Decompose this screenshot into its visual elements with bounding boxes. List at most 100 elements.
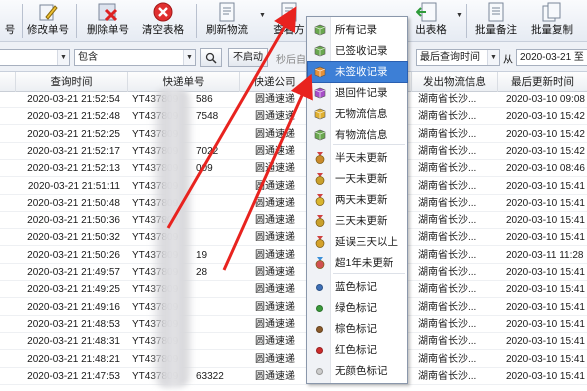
chevron-down-icon[interactable]: ▼ — [259, 12, 266, 19]
table-row[interactable]: 2020-03-21 21:52:13YT437809009圆通速递湖南省长沙.… — [0, 161, 587, 178]
column-header-select[interactable] — [0, 72, 16, 92]
menu-item-label: 无物流信息 — [335, 108, 388, 120]
signed-records-icon — [314, 45, 326, 57]
column-header-query-time[interactable]: 查询时间 — [16, 72, 128, 92]
row-selector[interactable] — [0, 248, 16, 264]
table-row[interactable]: 2020-03-21 21:47:53YT43780963322圆通速递湖南省长… — [0, 369, 587, 385]
chevron-down-icon: ▼ — [183, 50, 195, 65]
menu-item-signed-records[interactable]: 已签收记录 — [308, 41, 407, 61]
menu-item-one-day-medal[interactable]: 一天未更新 — [308, 169, 407, 189]
column-header-last-update[interactable]: 最后更新时间 — [498, 72, 587, 92]
edit-number-button[interactable]: 修改单号 — [24, 0, 72, 42]
row-selector[interactable] — [0, 179, 16, 195]
column-header-company[interactable]: 快递公司 — [240, 72, 310, 92]
cell-query-time: 2020-03-21 21:52:17 — [27, 145, 120, 157]
refresh-logistics-button[interactable]: 刷新物流 — [202, 0, 252, 42]
table-row[interactable]: 2020-03-21 21:50:32YT437809圆通速递湖南省长沙...2… — [0, 230, 587, 247]
cell-origin-info: 湖南省长沙... — [418, 163, 477, 175]
row-selector[interactable] — [0, 92, 16, 108]
has-logistics-icon — [314, 129, 326, 141]
table-row[interactable]: 2020-03-21 21:49:25YT437809圆通速递湖南省长沙...2… — [0, 282, 587, 299]
row-selector[interactable] — [0, 213, 16, 229]
menu-item-half-day-medal[interactable]: 半天未更新 — [308, 148, 407, 168]
row-selector[interactable] — [0, 317, 16, 333]
cell-last-update: 2020-03-10 15:42 — [506, 145, 585, 157]
view-options-button[interactable]: 查看方 — [268, 0, 310, 42]
table-row[interactable]: 2020-03-21 21:49:16YT437809圆通速递湖南省长沙...2… — [0, 300, 587, 316]
export-table-button[interactable]: 出表格 — [412, 0, 450, 42]
toolbar-button-partial[interactable]: 号 — [0, 0, 20, 42]
menu-item-two-day-medal[interactable]: 两天未更新 — [308, 190, 407, 210]
table-row[interactable]: 2020-03-21 21:48:21YT437809圆通速递湖南省长沙...2… — [0, 352, 587, 368]
menu-item-returned-records[interactable]: 退回件记录 — [308, 83, 407, 103]
row-selector[interactable] — [0, 300, 16, 316]
menu-item-three-day-medal[interactable]: 三天未更新 — [308, 211, 407, 231]
batch-note-button[interactable]: 批量备注 — [470, 0, 522, 42]
cell-origin-info: 湖南省长沙... — [418, 370, 477, 382]
cell-query-time: 2020-03-21 21:48:53 — [27, 318, 120, 330]
menu-item-no-logistics[interactable]: 无物流信息 — [308, 104, 407, 124]
table-row[interactable]: 2020-03-21 21:52:54YT437809586圆通速递湖南省长沙.… — [0, 92, 587, 108]
cell-origin-info: 湖南省长沙... — [418, 128, 477, 140]
column-header-origin-info[interactable]: 发出物流信息 — [412, 72, 498, 92]
row-selector[interactable] — [0, 352, 16, 368]
delete-number-button[interactable]: 删除单号 — [84, 0, 132, 42]
menu-item-all-records[interactable]: 所有记录 — [308, 20, 407, 40]
table-row[interactable]: 2020-03-21 21:48:53YT437809圆通速递湖南省长沙...2… — [0, 317, 587, 333]
chevron-down-icon: ▼ — [487, 50, 499, 65]
menu-item-has-logistics[interactable]: 有物流信息 — [308, 125, 407, 145]
toolbar-button-label: 出表格 — [415, 24, 447, 36]
tracking-no-tail: 7022 — [196, 145, 219, 157]
row-selector[interactable] — [0, 282, 16, 298]
cell-company: 圆通速递 — [255, 197, 295, 209]
batch-copy-button[interactable]: 批量复制 — [526, 0, 578, 42]
menu-item-blue-dot[interactable]: 蓝色标记 — [308, 277, 407, 297]
table-row[interactable]: 2020-03-21 21:49:57YT43780928圆通速递湖南省长沙..… — [0, 265, 587, 281]
menu-item-green-dot[interactable]: 绿色标记 — [308, 298, 407, 318]
table-row[interactable]: 2020-03-21 21:50:26YT43780919圆通速递湖南省长沙..… — [0, 248, 587, 264]
chevron-down-icon: ▼ — [57, 50, 69, 65]
field-select[interactable]: ▼ — [0, 49, 70, 66]
cell-query-time: 2020-03-21 21:50:26 — [27, 249, 120, 261]
cell-company: 圆通速递 — [255, 94, 295, 105]
row-selector[interactable] — [0, 369, 16, 385]
table-row[interactable]: 2020-03-21 21:51:11YT437809圆通速递湖南省长沙...2… — [0, 179, 587, 195]
row-selector[interactable] — [0, 196, 16, 212]
not-start-button[interactable]: 不启动 — [228, 48, 268, 67]
table-row[interactable]: 2020-03-21 21:52:48YT4378097548圆通速递湖南省长沙… — [0, 109, 587, 126]
clear-table-button[interactable]: 清空表格 — [138, 0, 188, 42]
row-selector[interactable] — [0, 144, 16, 160]
row-selector[interactable] — [0, 265, 16, 281]
menu-item-label: 无颜色标记 — [335, 365, 388, 377]
export-table-icon — [416, 2, 437, 22]
sort-field-select[interactable]: 最后查询时间 ▼ — [416, 49, 500, 66]
chevron-down-icon[interactable]: ▼ — [456, 12, 463, 19]
search-button[interactable] — [200, 48, 222, 67]
row-selector[interactable] — [0, 334, 16, 350]
menu-item-delay-medal[interactable]: 延误三天以上 — [308, 232, 407, 252]
delay-medal-icon — [315, 236, 325, 248]
from-date-input[interactable]: 2020-03-21 至 — [516, 49, 587, 66]
row-selector[interactable] — [0, 109, 16, 125]
menu-item-label: 棕色标记 — [335, 323, 377, 335]
cell-query-time: 2020-03-21 21:49:16 — [27, 301, 120, 313]
row-selector[interactable] — [0, 127, 16, 143]
menu-item-red-dot[interactable]: 红色标记 — [308, 340, 407, 360]
table-row[interactable]: 2020-03-21 21:50:48YT437809圆通速递湖南省长沙...2… — [0, 196, 587, 212]
table-row[interactable]: 2020-03-21 21:48:31YT437809圆通速递湖南省长沙...2… — [0, 334, 587, 351]
cell-origin-info: 湖南省长沙... — [418, 111, 477, 123]
match-mode-select[interactable]: 包含 ▼ — [74, 49, 196, 66]
menu-item-no-color-dot[interactable]: 无颜色标记 — [308, 361, 407, 381]
cell-origin-info: 湖南省长沙... — [418, 94, 477, 105]
toolbar-separator — [22, 4, 23, 38]
row-selector[interactable] — [0, 230, 16, 246]
cell-company: 圆通速递 — [255, 163, 295, 175]
table-row[interactable]: 2020-03-21 21:50:36YT437809圆通速递湖南省长沙...2… — [0, 213, 587, 230]
row-selector[interactable] — [0, 161, 16, 177]
menu-item-brown-dot[interactable]: 棕色标记 — [308, 319, 407, 339]
menu-item-one-year-medal[interactable]: 超1年未更新 — [308, 253, 407, 273]
table-row[interactable]: 2020-03-21 21:52:25YT437809圆通速递湖南省长沙...2… — [0, 127, 587, 143]
table-row[interactable]: 2020-03-21 21:52:17YT4378097022圆通速递湖南省长沙… — [0, 144, 587, 160]
menu-item-unsigned-records[interactable]: 未签收记录 — [307, 61, 408, 83]
cell-company: 圆通速递 — [255, 301, 295, 313]
